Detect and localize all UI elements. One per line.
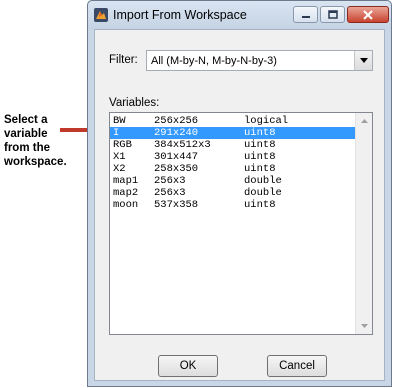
variable-name: moon: [113, 199, 139, 211]
close-icon: [363, 9, 373, 20]
variable-size: 256x3: [154, 187, 186, 199]
variable-class: uint8: [244, 127, 276, 139]
matlab-icon: [94, 8, 108, 22]
variables-list[interactable]: BW 256x256 logical I 291x240 uint8 RGB 384x512x…: [109, 112, 373, 335]
scroll-down-button[interactable]: [356, 318, 372, 334]
variable-name: map1: [113, 175, 139, 187]
chevron-down-icon: [359, 58, 368, 63]
variable-class: double: [244, 175, 282, 187]
annotation-line: workspace.: [4, 156, 67, 168]
list-item[interactable]: I 291x240 uint8: [110, 127, 356, 139]
scroll-up-icon: [360, 119, 368, 123]
filter-selected-value: All (M-by-N, M-by-N-by-3): [151, 55, 277, 67]
variable-class: uint8: [244, 199, 276, 211]
variable-size: 258x350: [154, 163, 199, 175]
annotation-line: from the: [4, 142, 50, 154]
import-dialog: Import From Workspace Filter: All (M-by-…: [87, 0, 392, 387]
list-item[interactable]: X2 258x350 uint8: [110, 163, 356, 175]
variable-name: RGB: [113, 139, 132, 151]
title-bar[interactable]: Import From Workspace: [88, 1, 391, 29]
close-button[interactable]: [347, 6, 389, 23]
cancel-button[interactable]: Cancel: [267, 355, 327, 377]
variable-name: X2: [113, 163, 126, 175]
variable-size: 256x256: [154, 115, 199, 127]
variable-name: map2: [113, 187, 139, 199]
maximize-button[interactable]: [320, 6, 345, 23]
dialog-client-area: Filter: All (M-by-N, M-by-N-by-3) Variab…: [94, 29, 385, 381]
maximize-icon: [327, 10, 338, 19]
list-item[interactable]: moon 537x358 uint8: [110, 199, 356, 211]
variable-name: X1: [113, 151, 126, 163]
list-item[interactable]: BW 256x256 logical: [110, 115, 356, 127]
scroll-up-button[interactable]: [356, 113, 372, 129]
filter-dropdown[interactable]: All (M-by-N, M-by-N-by-3): [146, 50, 373, 71]
annotation-text: Select a variable from the workspace.: [4, 113, 100, 169]
scroll-down-icon: [360, 324, 368, 328]
list-item[interactable]: map1 256x3 double: [110, 175, 356, 187]
window-title: Import From Workspace: [113, 8, 247, 22]
variable-size: 537x358: [154, 199, 199, 211]
variable-class: uint8: [244, 163, 276, 175]
variables-rows: BW 256x256 logical I 291x240 uint8 RGB 384x512x…: [110, 115, 356, 211]
variable-class: uint8: [244, 151, 276, 163]
variable-class: double: [244, 187, 282, 199]
list-item[interactable]: map2 256x3 double: [110, 187, 356, 199]
list-item[interactable]: RGB 384x512x3 uint8: [110, 139, 356, 151]
list-item[interactable]: X1 301x447 uint8: [110, 151, 356, 163]
variable-size: 291x240: [154, 127, 199, 139]
variable-size: 301x447: [154, 151, 199, 163]
variable-size: 384x512x3: [154, 139, 211, 151]
minimize-icon: [301, 15, 310, 18]
minimize-button[interactable]: [293, 6, 318, 23]
dropdown-button[interactable]: [354, 51, 372, 70]
vertical-scrollbar[interactable]: [355, 113, 372, 334]
filter-label: Filter:: [109, 54, 138, 66]
variable-class: logical: [244, 115, 289, 127]
variable-size: 256x3: [154, 175, 186, 187]
variables-label: Variables:: [109, 97, 160, 109]
variable-name: BW: [113, 115, 126, 127]
variable-name: I: [113, 127, 120, 139]
ok-button[interactable]: OK: [158, 355, 218, 377]
variable-class: uint8: [244, 139, 276, 151]
